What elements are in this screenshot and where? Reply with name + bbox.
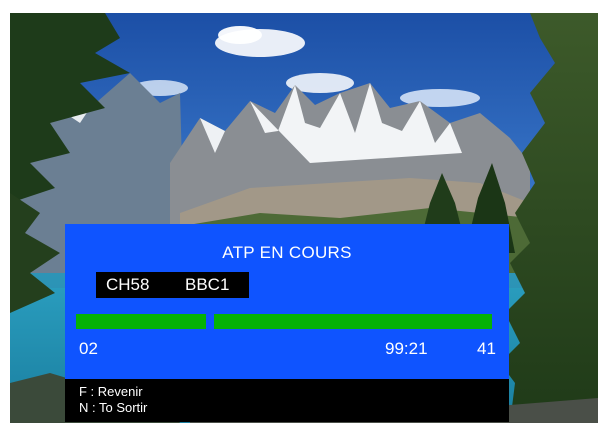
channel-box: CH58 BBC1 (96, 272, 249, 298)
scan-progress-segment-left (76, 314, 206, 329)
channel-name: BBC1 (185, 275, 230, 294)
scan-progress-segment-right (214, 314, 492, 329)
progress-left-value: 02 (79, 339, 98, 358)
progress-right-value: 41 (477, 339, 496, 358)
help-line-back: F : Revenir (79, 384, 143, 399)
help-bar: F : Revenir N : To Sortir (65, 379, 509, 422)
channel-number: CH58 (106, 275, 150, 294)
osd-title: ATP EN COURS (222, 243, 352, 262)
progress-time: 99:21 (385, 339, 428, 358)
tv-screen: ATP EN COURS CH58 BBC1 02 99:21 41 F : R… (10, 13, 598, 423)
help-line-exit: N : To Sortir (79, 400, 148, 415)
atp-osd-panel: ATP EN COURS CH58 BBC1 02 99:21 41 (65, 224, 509, 379)
